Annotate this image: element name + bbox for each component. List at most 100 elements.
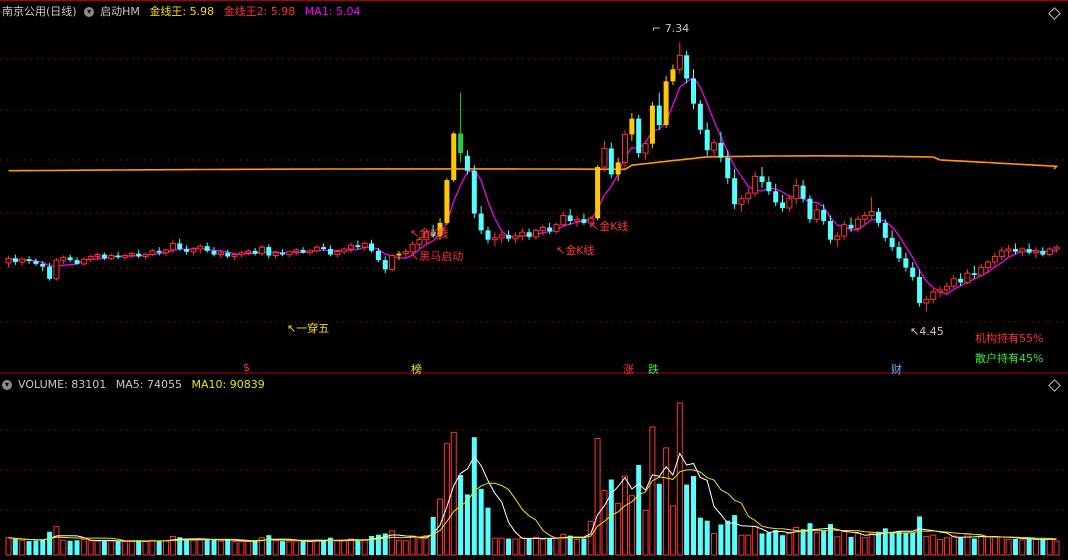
candle-body <box>691 78 696 104</box>
candle-body <box>389 254 396 270</box>
jxw-line <box>8 155 1059 172</box>
candle-body <box>348 244 354 250</box>
volume-bar <box>780 535 786 555</box>
indicator-name[interactable]: 启动HM <box>100 5 140 18</box>
black-horse-text: 黑马启动 <box>419 250 464 263</box>
candle-body <box>451 133 457 181</box>
candle-body <box>369 243 375 251</box>
candle-body <box>642 143 649 154</box>
volume-bar <box>711 532 718 556</box>
volume-bar <box>813 532 820 556</box>
candle-body <box>813 209 820 220</box>
candle-body <box>293 249 300 253</box>
candle-body <box>745 192 752 200</box>
indicator-dropdown-icon[interactable]: ▾ <box>84 7 95 17</box>
volume-bar <box>190 539 197 556</box>
candle-body <box>978 267 985 276</box>
vol-ma5-value: 74055 <box>147 378 183 391</box>
arrow-icon: ↖ <box>287 322 297 335</box>
volume-bar <box>5 537 12 556</box>
candle-body <box>485 230 491 240</box>
jxw-value: 5.98 <box>189 5 215 18</box>
stock-chart[interactable] <box>0 0 1068 560</box>
volume-bar <box>622 475 628 556</box>
volume-bar <box>1005 538 1012 556</box>
candle-body <box>581 219 587 223</box>
candle-body <box>1026 248 1032 253</box>
candle-body <box>526 232 532 237</box>
volume-bar <box>636 464 642 555</box>
volume-bar <box>211 539 217 555</box>
volume-bar <box>94 540 101 556</box>
candle-body <box>169 242 176 251</box>
volume-bar <box>506 538 512 555</box>
candle-body <box>108 254 115 259</box>
candle-body <box>930 291 937 300</box>
stock-name[interactable]: 南京公用(日线) <box>2 5 77 18</box>
candle-body <box>773 191 779 203</box>
volume-bar <box>217 540 224 556</box>
volume-bar <box>669 505 676 556</box>
event-marker-list[interactable]: 榜 <box>411 361 422 377</box>
candle-body <box>231 254 238 257</box>
candle-body <box>252 250 258 254</box>
event-marker-finance[interactable]: 财 <box>891 361 902 377</box>
volume-bar <box>478 488 484 555</box>
volume-bar <box>718 524 724 555</box>
volume-bar <box>691 476 696 555</box>
volume-pane-header: ▾ VOLUME: 83101 MA5: 74055 MA10: 90839 <box>2 378 271 392</box>
candle-body <box>128 253 135 256</box>
volume-bar <box>19 539 26 556</box>
volume-bar <box>101 540 107 555</box>
candle-body <box>985 261 992 269</box>
volume-bar <box>108 540 115 556</box>
candle-body <box>26 259 32 262</box>
gold-k-label-2: ↖金K线 <box>556 242 594 258</box>
volume-bar <box>547 538 553 555</box>
candle-body <box>547 227 553 232</box>
volume-bar <box>766 532 772 555</box>
volume-bar <box>1053 540 1060 556</box>
candle-body <box>615 162 621 175</box>
event-marker-dividend[interactable]: $ <box>243 361 250 374</box>
black-horse-label: ↖黑马启动 <box>410 248 463 264</box>
volume-bar <box>1026 538 1032 555</box>
volume-bar <box>930 534 937 556</box>
candle-body <box>53 259 60 280</box>
volume-bar <box>67 540 73 555</box>
volume-ma5-line <box>8 452 1057 542</box>
volume-bar <box>697 517 703 555</box>
candle-body <box>532 229 539 238</box>
volume-bar <box>581 538 587 555</box>
gold-k-text-3: 金K线 <box>599 220 629 233</box>
event-marker-limit-up[interactable]: 涨 <box>623 361 634 377</box>
candle-body <box>1005 248 1012 252</box>
event-marker-limit-down[interactable]: 跌 <box>648 361 659 377</box>
candle-body <box>821 209 827 222</box>
volume-bar <box>821 530 827 555</box>
candle-body <box>245 250 252 254</box>
volume-bar <box>875 531 881 555</box>
candle-body <box>800 185 806 199</box>
volume-bar <box>861 537 868 556</box>
candle-body <box>903 258 909 268</box>
candle-body <box>190 248 197 253</box>
candle-body <box>266 247 272 256</box>
candle-body <box>841 224 848 237</box>
candle-body <box>786 198 793 209</box>
volume-bar <box>87 540 94 556</box>
volume-bar <box>656 483 662 555</box>
volume-bar <box>628 495 635 556</box>
volume-bar <box>12 539 18 555</box>
volume-bar <box>574 538 581 556</box>
volume-bar <box>943 537 950 556</box>
volume-label: VOLUME: <box>18 378 68 391</box>
gold-k-label-3: ↖金K线 <box>590 218 628 234</box>
volume-bar <box>1019 539 1026 556</box>
volume-dropdown-icon[interactable]: ▾ <box>2 380 12 390</box>
candle-body <box>828 221 833 240</box>
volume-bar <box>519 537 526 556</box>
candle-body <box>197 245 204 250</box>
candle-body <box>807 198 813 220</box>
candle-body <box>286 251 293 256</box>
